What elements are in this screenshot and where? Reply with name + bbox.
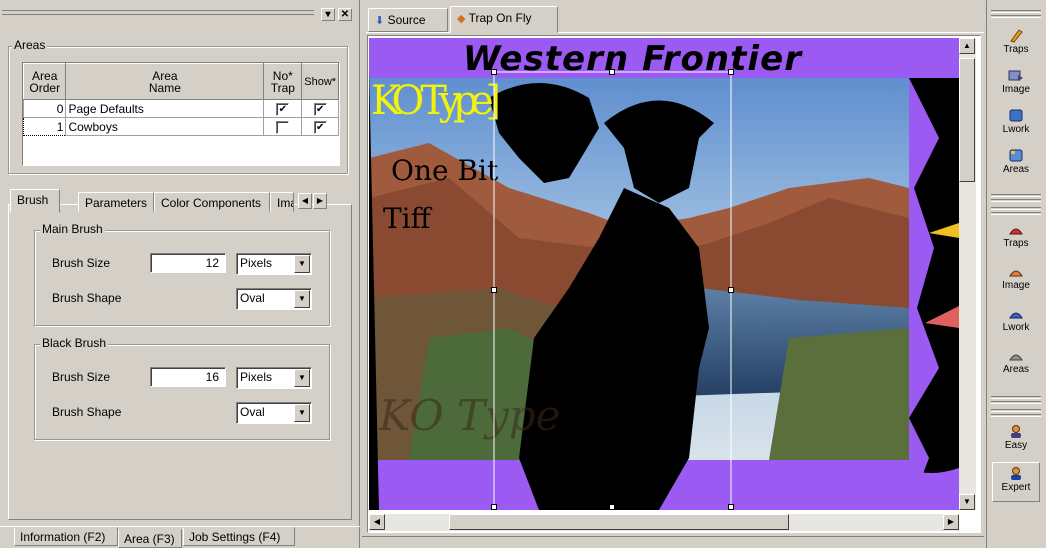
red-traps-icon: [1009, 228, 1023, 235]
tab-scroll-right-button[interactable]: ▶: [313, 193, 327, 209]
tab-area[interactable]: Area (F3): [118, 529, 182, 548]
scroll-up-button[interactable]: ▲: [959, 38, 975, 54]
horizontal-scrollbar[interactable]: ◀ ▶: [369, 514, 959, 531]
tab-information[interactable]: Information (F2): [14, 527, 118, 546]
main-brush-title: Main Brush: [40, 222, 105, 236]
col-area-order[interactable]: Area Order: [22, 63, 67, 100]
panel-grip[interactable]: [2, 8, 314, 20]
artwork-one-bit: One Bit: [391, 154, 499, 187]
areas-table: Area Order Area Name No* Trap Show* 0 Page …: [22, 62, 340, 166]
left-panel: ▾ ✕ Areas Area Order Area Name No* Trap Sho…: [0, 0, 360, 548]
black-brush-shape-label: Brush Shape: [52, 405, 122, 419]
trap-on-fly-icon: ◆: [457, 13, 466, 25]
lwork-icon: [1009, 109, 1023, 122]
scroll-left-button[interactable]: ◀: [369, 514, 385, 530]
tab-scroll-left-button[interactable]: ◀: [298, 193, 312, 209]
col-no-trap[interactable]: No* Trap: [263, 63, 303, 100]
tab-color-components[interactable]: Color Components: [154, 192, 270, 212]
areas-group-title: Areas: [12, 38, 48, 52]
chevron-down-icon[interactable]: ▼: [294, 369, 310, 387]
toolbar-areas-button[interactable]: Areas: [992, 148, 1040, 175]
expert-user-icon: [1011, 467, 1021, 480]
tab-image[interactable]: Ima: [270, 192, 294, 212]
artwork-canvas[interactable]: Western Frontier KO Type] One Bit Tiff K…: [369, 38, 959, 510]
black-brush-size-label: Brush Size: [52, 370, 111, 384]
black-brush-shape-select[interactable]: Oval ▼: [236, 402, 312, 424]
selection-handle[interactable]: [491, 287, 497, 293]
artwork-ko-type: KO Type]: [371, 78, 501, 124]
show-checkbox[interactable]: ✔: [313, 102, 327, 116]
selection-handle[interactable]: [728, 69, 734, 75]
main-brush-size-label: Brush Size: [52, 256, 111, 270]
col-show[interactable]: Show*: [301, 63, 339, 100]
areas-icon: [1009, 149, 1023, 162]
tab-job-settings[interactable]: Job Settings (F4): [183, 527, 295, 546]
toolbar-lwork-button[interactable]: Lwork: [992, 108, 1040, 135]
no-trap-checkbox[interactable]: ✔: [276, 102, 290, 116]
selection-handle[interactable]: [728, 504, 734, 510]
table-row[interactable]: 1 Cowboys ✔: [22, 117, 339, 136]
orange-image-icon: [1009, 270, 1023, 277]
show-checkbox[interactable]: ✔: [313, 120, 327, 134]
tab-source[interactable]: ⬇ Source: [368, 8, 448, 32]
toolbar-image-button-2[interactable]: Image: [992, 264, 1040, 291]
selection-handle[interactable]: [728, 287, 734, 293]
pin-button[interactable]: ▾: [321, 8, 335, 21]
table-row[interactable]: 0 Page Defaults ✔ ✔: [22, 99, 339, 118]
no-trap-checkbox[interactable]: [276, 120, 290, 134]
chevron-down-icon[interactable]: ▼: [294, 404, 310, 422]
grey-areas-icon: [1009, 354, 1023, 361]
col-area-name[interactable]: Area Name: [65, 63, 265, 100]
main-view: ⬇ Source ◆ Trap On Fly Western Frontier …: [362, 0, 984, 548]
chevron-down-icon[interactable]: ▼: [294, 255, 310, 273]
scroll-right-button[interactable]: ▶: [943, 514, 959, 530]
row-order: 1: [22, 117, 67, 136]
bottom-tab-strip: Information (F2) Area (F3) Job Settings …: [0, 526, 360, 548]
black-brush-unit-select[interactable]: Pixels ▼: [236, 367, 312, 389]
artwork-title: Western Frontier: [463, 39, 803, 79]
tab-parameters[interactable]: Parameters: [78, 192, 154, 212]
main-brush-group: [34, 230, 330, 326]
toolbar-traps-button[interactable]: Traps: [992, 28, 1040, 55]
tab-trap-on-fly[interactable]: ◆ Trap On Fly: [450, 6, 558, 33]
close-button[interactable]: ✕: [338, 8, 352, 21]
image-arrow-icon: [1008, 70, 1023, 81]
main-brush-shape-select[interactable]: Oval ▼: [236, 288, 312, 310]
toolbar-lwork-button-2[interactable]: Lwork: [992, 306, 1040, 333]
toolbar-easy-button[interactable]: Easy: [992, 424, 1040, 451]
artwork-tiff: Tiff: [383, 202, 433, 235]
horizontal-scroll-thumb[interactable]: [449, 514, 789, 530]
status-strip: [362, 536, 984, 548]
black-brush-title: Black Brush: [40, 336, 109, 350]
artwork-image: Western Frontier KO Type] One Bit Tiff K…: [369, 39, 959, 510]
artwork-faint-text: KO Type: [378, 391, 561, 440]
toolbar-image-button[interactable]: Image: [992, 68, 1040, 95]
black-brush-group: [34, 344, 330, 440]
main-brush-unit-select[interactable]: Pixels ▼: [236, 253, 312, 275]
pencil-icon: [1010, 29, 1023, 43]
toolbar-traps-button-2[interactable]: Traps: [992, 222, 1040, 249]
easy-user-icon: [1011, 425, 1021, 438]
blue-lwork-icon: [1009, 312, 1023, 319]
source-icon: ⬇: [375, 15, 385, 27]
toolbar-areas-button-2[interactable]: Areas: [992, 348, 1040, 375]
main-brush-shape-label: Brush Shape: [52, 291, 122, 305]
right-toolbar: Traps Image Lwork Areas Traps Image Lwor…: [986, 0, 1046, 548]
row-order: 0: [22, 99, 67, 118]
black-brush-size-input[interactable]: 16: [150, 367, 226, 387]
row-name: Page Defaults: [65, 99, 265, 118]
selection-handle[interactable]: [609, 69, 615, 75]
tab-brush[interactable]: Brush: [10, 189, 60, 213]
vertical-scroll-thumb[interactable]: [959, 58, 975, 182]
selection-handle[interactable]: [491, 504, 497, 510]
vertical-scrollbar[interactable]: ▲ ▼: [959, 38, 976, 510]
main-brush-size-input[interactable]: 12: [150, 253, 226, 273]
toolbar-expert-button[interactable]: Expert: [992, 462, 1040, 502]
chevron-down-icon[interactable]: ▼: [294, 290, 310, 308]
scroll-down-button[interactable]: ▼: [959, 494, 975, 510]
selection-handle[interactable]: [491, 69, 497, 75]
row-name: Cowboys: [65, 117, 265, 136]
selection-handle[interactable]: [609, 504, 615, 510]
